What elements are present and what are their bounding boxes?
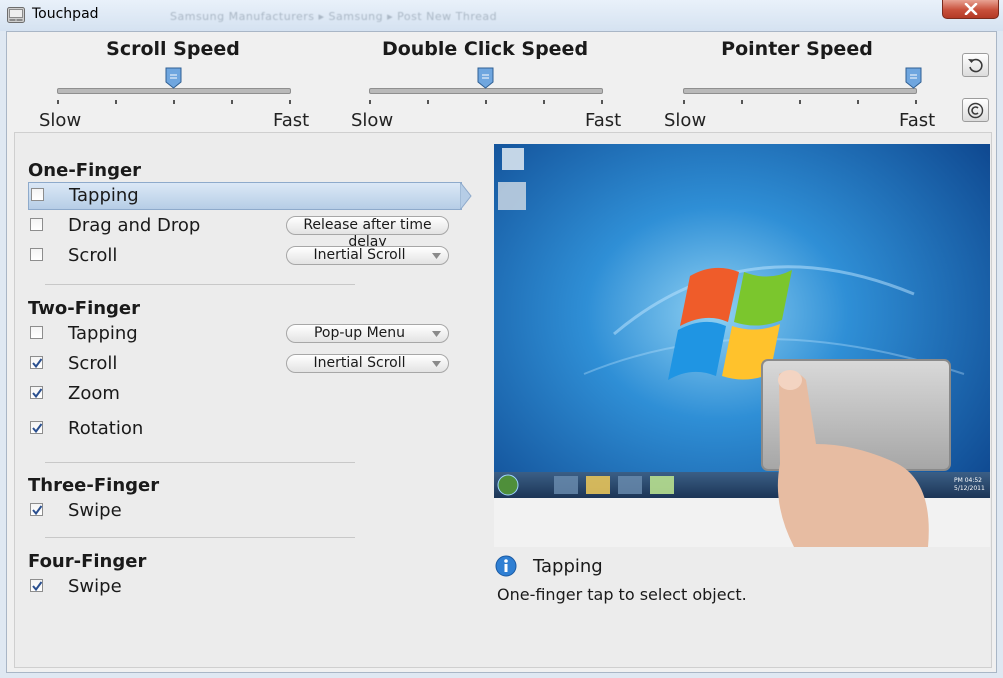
two-finger-scroll-row[interactable]: Scroll Inertial Scroll [28,351,460,377]
checkmark-icon [32,388,43,399]
checkmark-icon [32,505,43,516]
window-client: Scroll Speed Slow Fast Double Click Spee… [6,31,997,673]
info-title: Tapping [533,556,603,577]
slider-tick [543,100,545,104]
two-finger-zoom-row[interactable]: Zoom [28,381,460,407]
scroll-speed-title: Scroll Speed [106,38,240,60]
two-finger-zoom-checkbox[interactable] [30,386,43,399]
slider-tick [173,100,175,104]
slider-tick [601,100,603,104]
two-finger-heading: Two-Finger [28,298,141,319]
two-finger-rotation-row[interactable]: Rotation [28,416,460,442]
two-finger-rotation-checkbox[interactable] [30,421,43,434]
touchpad-app-icon [7,7,25,23]
taskbar-clock-date: 5/12/2011 [954,485,985,492]
three-finger-swipe-row[interactable]: Swipe [28,498,460,524]
scroll-speed-thumb[interactable] [165,67,182,89]
slider-tick [741,100,743,104]
three-finger-heading: Three-Finger [28,475,160,496]
two-finger-tapping-row[interactable]: Tapping Pop-up Menu [28,321,460,347]
pointer-speed-thumb[interactable] [905,67,922,89]
reset-button[interactable] [962,53,989,77]
four-finger-swipe-label: Swipe [68,576,122,597]
info-description: One-finger tap to select object. [497,585,747,604]
gesture-preview-image: PM 04:52 5/12/2011 [494,144,990,547]
slider-tick [115,100,117,104]
pointer-speed-slow-label: Slow [664,110,707,131]
gesture-panel: One-Finger Tapping Drag and Drop Release… [14,132,992,668]
pointer-speed-title: Pointer Speed [721,38,873,60]
double-click-speed-slow-label: Slow [351,110,394,131]
close-button[interactable] [942,0,999,19]
checkmark-icon [32,423,43,434]
section-divider [45,537,355,538]
pointer-speed-group: Pointer Speed Slow Fast [647,32,947,132]
four-finger-swipe-checkbox[interactable] [30,579,43,592]
three-finger-swipe-checkbox[interactable] [30,503,43,516]
checkmark-icon [32,581,43,592]
one-finger-scroll-checkbox[interactable] [30,248,43,261]
window-title: Touchpad [32,6,99,22]
one-finger-tapping-label: Tapping [69,185,139,206]
close-icon [964,3,978,15]
double-click-speed-title: Double Click Speed [381,38,589,60]
three-finger-swipe-label: Swipe [68,500,122,521]
two-finger-scroll-value: Inertial Scroll [313,355,406,371]
four-finger-swipe-row[interactable]: Swipe [28,574,460,600]
one-finger-drag-drop-row[interactable]: Drag and Drop Release after time delay [28,213,460,250]
copyright-icon [967,102,984,119]
scroll-speed-slow-label: Slow [39,110,82,131]
slider-tick [369,100,371,104]
two-finger-tapping-value: Pop-up Menu [313,325,406,341]
one-finger-drag-drop-checkbox[interactable] [30,218,43,231]
one-finger-scroll-value: Inertial Scroll [313,247,406,263]
one-finger-scroll-label: Scroll [68,245,118,266]
two-finger-tapping-checkbox[interactable] [30,326,43,339]
two-finger-scroll-label: Scroll [68,353,118,374]
four-finger-heading: Four-Finger [28,551,147,572]
slider-tick [427,100,429,104]
slider-tick [683,100,685,104]
two-finger-tapping-label: Tapping [68,323,138,344]
scroll-speed-group: Scroll Speed Slow Fast [23,32,323,132]
reset-icon [968,58,983,73]
chevron-down-icon [432,331,441,337]
background-ghost-text: Samsung Manufacturers ▸ Samsung ▸ Post N… [170,10,498,23]
checkmark-icon [32,358,43,369]
one-finger-heading: One-Finger [28,160,142,181]
slider-tick [57,100,59,104]
title-bar: Touchpad Samsung Manufacturers ▸ Samsung… [0,0,1003,31]
slider-tick [231,100,233,104]
chevron-down-icon [432,253,441,259]
slider-tick [799,100,801,104]
double-click-speed-group: Double Click Speed Slow Fast [335,32,635,132]
double-click-speed-thumb[interactable] [477,67,494,89]
selection-arrow-icon [460,182,472,210]
section-divider [45,284,355,285]
one-finger-scroll-select[interactable]: Inertial Scroll [286,246,449,265]
info-icon [495,555,517,577]
one-finger-tapping-row[interactable]: Tapping [28,182,472,210]
one-finger-drag-drop-label: Drag and Drop [68,215,201,236]
section-divider [45,462,355,463]
one-finger-scroll-row[interactable]: Scroll Inertial Scroll [28,243,460,269]
two-finger-tapping-select[interactable]: Pop-up Menu [286,324,449,343]
pointer-speed-track[interactable] [683,88,917,94]
one-finger-tapping-checkbox[interactable] [31,188,44,201]
two-finger-rotation-label: Rotation [68,418,144,439]
slider-tick [915,100,917,104]
taskbar-clock-time: PM 04:52 [954,477,982,484]
slider-tick [485,100,487,104]
drag-drop-option-select[interactable]: Release after time delay [286,216,449,250]
two-finger-scroll-select[interactable]: Inertial Scroll [286,354,449,373]
slider-tick [289,100,291,104]
scroll-speed-fast-label: Fast [273,110,310,131]
two-finger-zoom-label: Zoom [68,383,120,404]
double-click-speed-fast-label: Fast [585,110,622,131]
copyright-button[interactable] [962,98,989,122]
slider-tick [857,100,859,104]
pointer-speed-fast-label: Fast [899,110,936,131]
two-finger-scroll-checkbox[interactable] [30,356,43,369]
chevron-down-icon [432,361,441,367]
